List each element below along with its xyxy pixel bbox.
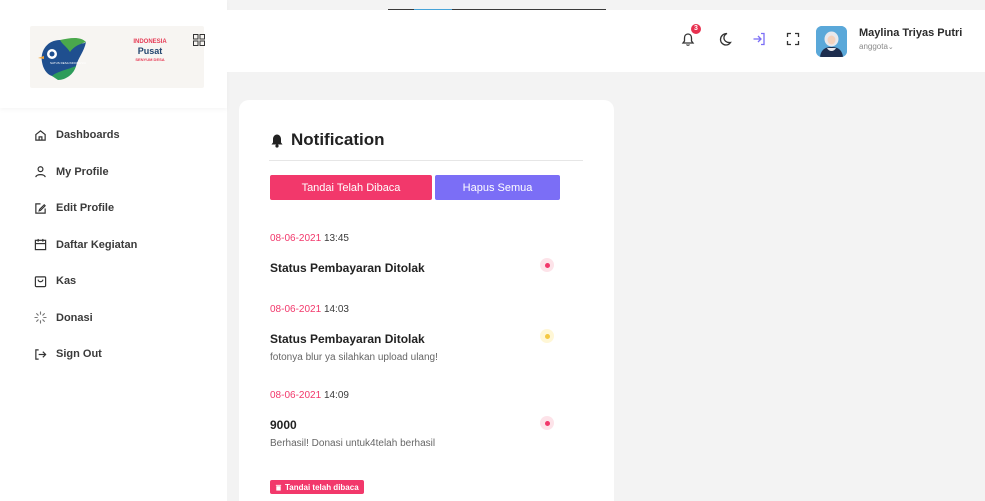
logo[interactable]: SATUS DESA INDONESIA INDONESIA Pusat SEN… xyxy=(30,26,204,88)
notification-date-value: 08-06-2021 xyxy=(270,390,322,401)
notification-date: 08-06-2021 13:45 xyxy=(270,233,590,247)
delete-all-button[interactable]: Hapus Semua xyxy=(435,175,560,200)
mark-read-small-button[interactable]: Tandai telah dibaca xyxy=(270,480,364,494)
sidebar-item-label: Kas xyxy=(56,275,77,287)
notification-time-value: 14:03 xyxy=(323,304,349,315)
sidebar-item-label: Sign Out xyxy=(56,348,102,360)
sidebar-item-kas[interactable]: Kas xyxy=(34,271,137,291)
sidebar-item-label: Donasi xyxy=(56,311,93,324)
sidebar-item-my-profile[interactable]: My Profile xyxy=(34,162,137,182)
mark-all-read-button[interactable]: Tandai Telah Dibaca xyxy=(270,175,432,200)
sidebar-item-donasi[interactable]: Donasi xyxy=(34,308,137,328)
loader-icon xyxy=(34,311,47,324)
sidebar-item-label: Dashboards xyxy=(56,129,120,141)
sign-out-icon xyxy=(35,348,47,360)
logo-line-2: Pusat xyxy=(137,46,163,56)
bell-filled-icon xyxy=(271,134,283,148)
sidebar-menu: Dashboards My Profile Edit Profile Dafta… xyxy=(34,125,137,381)
sidebar-item-label: Edit Profile xyxy=(56,202,115,214)
logo-bird-text: SATUS DESA INDONESIA xyxy=(50,61,86,65)
logo-line-1: INDONESIA xyxy=(133,39,167,45)
user-icon xyxy=(35,166,46,178)
bird-logo-icon xyxy=(38,38,86,80)
status-dot-red xyxy=(540,416,554,430)
sidebar-item-label: My Profile xyxy=(56,165,109,178)
logo-area: SATUS DESA INDONESIA INDONESIA Pusat SEN… xyxy=(0,0,227,108)
user-role-label: anggota xyxy=(859,42,888,51)
edit-icon xyxy=(35,202,46,214)
mark-read-small-label: Tandai telah dibaca xyxy=(285,482,359,492)
notification-body: Berhasil! Donasi untuk4telah berhasil xyxy=(270,438,436,449)
topbar-accent-highlight xyxy=(414,9,452,10)
grid-menu-icon[interactable] xyxy=(193,34,205,46)
sidebar: SATUS DESA INDONESIA INDONESIA Pusat SEN… xyxy=(0,0,227,501)
status-dot-yellow xyxy=(540,329,554,343)
notification-time-value: 13:45 xyxy=(323,233,349,244)
user-role[interactable]: anggota⌄ xyxy=(859,42,894,51)
home-icon xyxy=(35,129,46,141)
user-avatar-icon xyxy=(816,26,847,57)
chevron-down-icon: ⌄ xyxy=(887,44,894,51)
notification-card: Notification Tandai Telah Dibaca Hapus S… xyxy=(239,100,614,501)
notification-date: 08-06-2021 14:09 xyxy=(270,390,590,404)
avatar[interactable] xyxy=(816,26,847,57)
notification-date: 08-06-2021 14:03 xyxy=(270,304,590,318)
sidebar-item-dashboards[interactable]: Dashboards xyxy=(34,125,137,145)
notification-count-badge: 3 xyxy=(691,24,701,34)
notification-body: fotonya blur ya silahkan upload ulang! xyxy=(270,352,438,363)
status-dot-red xyxy=(540,258,554,272)
calendar-icon xyxy=(34,238,47,251)
notification-date-value: 08-06-2021 xyxy=(270,304,322,315)
logo-text: INDONESIA Pusat SENYUM DESA xyxy=(114,38,186,63)
card-title: Notification xyxy=(269,130,385,150)
fullscreen-icon[interactable] xyxy=(785,31,801,47)
sign-in-icon[interactable] xyxy=(751,31,767,47)
sidebar-item-daftar-kegiatan[interactable]: Daftar Kegiatan xyxy=(34,235,137,255)
notification-time-value: 14:09 xyxy=(323,390,349,401)
shopping-bag-icon xyxy=(34,275,47,287)
user-name[interactable]: Maylina Triyas Putri xyxy=(859,27,962,39)
divider xyxy=(269,160,583,161)
sidebar-item-edit-profile[interactable]: Edit Profile xyxy=(34,198,137,218)
card-title-text: Notification xyxy=(291,130,385,149)
trash-icon xyxy=(275,484,282,491)
topbar xyxy=(227,10,985,72)
sidebar-item-label: Daftar Kegiatan xyxy=(56,238,138,251)
moon-icon[interactable] xyxy=(717,31,733,47)
sidebar-item-sign-out[interactable]: Sign Out xyxy=(34,344,137,364)
notification-date-value: 08-06-2021 xyxy=(270,233,322,244)
logo-line-3: SENYUM DESA xyxy=(135,57,165,62)
